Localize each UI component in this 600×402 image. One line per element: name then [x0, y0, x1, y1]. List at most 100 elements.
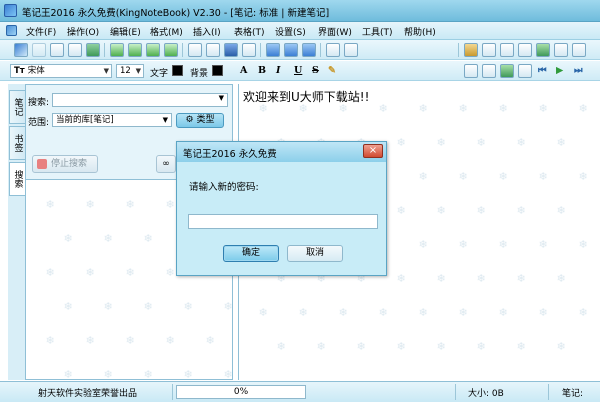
search-input[interactable]: ▼ — [52, 93, 228, 107]
move-down-icon[interactable] — [284, 43, 298, 57]
cancel-button[interactable]: 取消 — [287, 245, 343, 262]
snowflake-pattern-icon: ❄ — [458, 102, 468, 115]
snowflake-pattern-icon: ❄ — [125, 266, 135, 279]
font-name-select[interactable]: Tт 宋体 ▼ — [10, 64, 112, 78]
type-button[interactable]: ⚙ 类型 — [176, 113, 224, 128]
snowflake-pattern-icon: ❄ — [85, 198, 95, 211]
arrow-left-icon[interactable] — [128, 43, 142, 57]
arrow-right-icon[interactable] — [146, 43, 160, 57]
window-icon[interactable] — [464, 64, 478, 78]
snowflake-pattern-icon: ❄ — [476, 340, 486, 353]
calendar-icon[interactable] — [518, 64, 532, 78]
menu-format[interactable]: 格式(M) — [150, 25, 183, 38]
snowflake-pattern-icon: ❄ — [516, 272, 526, 285]
settings-icon[interactable] — [572, 43, 586, 57]
dialog-body: 请输入新的密码: 确定 取消 — [177, 162, 386, 275]
font-size-value: 12 — [120, 66, 131, 76]
dialog-title: 笔记王2016 永久免费 — [183, 149, 277, 160]
password-input[interactable] — [188, 214, 378, 229]
snowflake-pattern-icon: ❄ — [165, 266, 175, 279]
snowflake-pattern-icon: ❄ — [556, 272, 566, 285]
snowflake-pattern-icon: ❄ — [298, 306, 308, 319]
ok-button[interactable]: 确定 — [223, 245, 279, 262]
menu-settings[interactable]: 设置(S) — [275, 25, 306, 38]
snowflake-pattern-icon: ❄ — [165, 334, 175, 347]
password-dialog: 笔记王2016 永久免费 × 请输入新的密码: 确定 取消 — [176, 141, 387, 276]
sort-icon[interactable] — [302, 43, 316, 57]
snowflake-pattern-icon: ❄ — [476, 136, 486, 149]
dialog-title-bar: 笔记王2016 永久免费 × — [177, 142, 386, 162]
arrow-down-icon[interactable] — [164, 43, 178, 57]
stop-search-button[interactable]: 停止搜索 — [32, 155, 98, 173]
print-icon[interactable] — [344, 43, 358, 57]
app-icon — [4, 4, 17, 17]
find-icon[interactable] — [326, 43, 340, 57]
menu-operate[interactable]: 操作(O) — [67, 25, 99, 38]
separator — [455, 384, 456, 400]
chevron-down-icon: ▼ — [135, 67, 141, 75]
font-size-icon[interactable]: A — [240, 65, 247, 76]
menu-file[interactable]: 文件(F) — [26, 25, 56, 38]
page-icon[interactable] — [188, 43, 202, 57]
tab-bookmarks[interactable]: 书签 — [9, 126, 26, 160]
snowflake-pattern-icon: ❄ — [578, 238, 588, 251]
disk-icon[interactable] — [500, 43, 514, 57]
menu-edit[interactable]: 编辑(E) — [110, 25, 141, 38]
home-icon[interactable] — [554, 43, 568, 57]
binoculars-button[interactable]: ∞ — [156, 155, 176, 173]
globe-icon[interactable] — [536, 43, 550, 57]
underline-icon[interactable]: U — [294, 65, 302, 76]
new-note-icon[interactable] — [14, 43, 28, 57]
copy-icon[interactable] — [206, 43, 220, 57]
snowflake-pattern-icon: ❄ — [458, 238, 468, 251]
snowflake-pattern-icon: ❄ — [556, 340, 566, 353]
close-icon[interactable]: × — [363, 144, 383, 158]
font-size-select[interactable]: 12 ▼ — [116, 64, 144, 78]
scope-select[interactable]: 当前的库[笔记] ▼ — [52, 113, 172, 127]
library-icon[interactable] — [464, 43, 478, 57]
snowflake-pattern-icon: ❄ — [476, 204, 486, 217]
menu-help[interactable]: 帮助(H) — [404, 25, 436, 38]
tab-notes[interactable]: 笔记 — [9, 90, 26, 124]
blank-icon[interactable] — [32, 43, 46, 57]
layout-icon[interactable] — [482, 64, 496, 78]
last-icon[interactable]: ⏭ — [574, 65, 583, 76]
menu-interface[interactable]: 界面(W) — [318, 25, 352, 38]
bold-icon[interactable]: B — [258, 65, 266, 76]
snowflake-pattern-icon: ❄ — [578, 102, 588, 115]
list-view-icon[interactable] — [50, 43, 64, 57]
snowflake-pattern-icon: ❄ — [205, 334, 215, 347]
background-color-swatch[interactable] — [212, 65, 223, 76]
menu-tools[interactable]: 工具(T) — [362, 25, 393, 38]
first-icon[interactable]: ⏮ — [538, 65, 547, 76]
chevron-down-icon: ▼ — [218, 94, 224, 102]
side-tabs: 笔记 书签 搜索 — [8, 84, 26, 380]
text-color-swatch[interactable] — [172, 65, 183, 76]
snowflake-pattern-icon: ❄ — [556, 136, 566, 149]
snowflake-pattern-icon: ❄ — [436, 340, 446, 353]
save-icon[interactable] — [224, 43, 238, 57]
italic-icon[interactable]: I — [276, 65, 280, 76]
snowflake-pattern-icon: ❄ — [458, 306, 468, 319]
tree-icon[interactable] — [86, 43, 100, 57]
image-icon[interactable] — [500, 64, 514, 78]
snowflake-pattern-icon: ❄ — [498, 102, 508, 115]
format-brush-icon[interactable]: ✎ — [328, 65, 336, 76]
snowflake-pattern-icon: ❄ — [63, 368, 73, 381]
dictionary-icon[interactable] — [482, 43, 496, 57]
menu-app-icon[interactable] — [6, 25, 17, 36]
menu-table[interactable]: 表格(T) — [234, 25, 265, 38]
separator — [182, 43, 183, 57]
menu-insert[interactable]: 插入(I) — [193, 25, 221, 38]
snowflake-pattern-icon: ❄ — [458, 170, 468, 183]
document-icon[interactable] — [242, 43, 256, 57]
clock-icon[interactable] — [518, 43, 532, 57]
strikethrough-icon[interactable]: S — [312, 65, 319, 76]
move-up-icon[interactable] — [266, 43, 280, 57]
arrow-up-icon[interactable] — [110, 43, 124, 57]
snowflake-pattern-icon: ❄ — [356, 340, 366, 353]
snowflake-pattern-icon: ❄ — [125, 334, 135, 347]
tab-search[interactable]: 搜索 — [9, 162, 26, 196]
play-icon[interactable]: ▶ — [556, 65, 563, 76]
grid-view-icon[interactable] — [68, 43, 82, 57]
